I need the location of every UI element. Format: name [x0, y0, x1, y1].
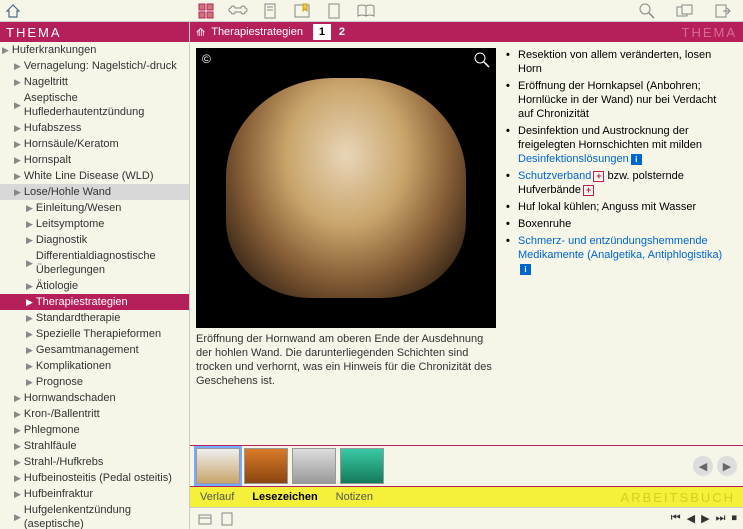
thumbnail-strip: ◀ ▶: [190, 445, 743, 487]
sidebar-item[interactable]: ▶Einleitung/Wesen: [0, 200, 189, 216]
sidebar-heading: THEMA: [0, 22, 189, 42]
bullet-item: Resektion von allem veränderten, losen H…: [506, 48, 733, 76]
sidebar-item[interactable]: ▶Standardtherapie: [0, 310, 189, 326]
sidebar-item[interactable]: ▶Aseptische Huflederhautentzündung: [0, 90, 189, 120]
sidebar-item[interactable]: ▶Lose/Hohle Wand: [0, 184, 189, 200]
slides-icon[interactable]: [196, 510, 214, 528]
sidebar-item[interactable]: ▶Differentialdiagnostische Überlegungen: [0, 248, 189, 278]
bullet-item: Boxenruhe: [506, 217, 733, 231]
sidebar-item[interactable]: ▶Therapiestrategien: [0, 294, 189, 310]
sidebar-item[interactable]: ▶Leitsymptome: [0, 216, 189, 232]
prev-icon[interactable]: ◀: [687, 512, 695, 525]
sidebar-item[interactable]: ▶Hufgelenkentzündung (aseptische): [0, 502, 189, 529]
bullet-item: Schutzverband+ bzw. polsternde Hufverbän…: [506, 169, 733, 197]
sidebar-item[interactable]: ▶Strahl-/Hufkrebs: [0, 454, 189, 470]
next-icon[interactable]: ▶: [701, 512, 709, 525]
content-panel: ⟰ Therapiestrategien 12 THEMA © Eröffnun…: [190, 22, 743, 529]
workbook-label: ARBEITSBUCH: [621, 490, 735, 505]
plus-icon[interactable]: +: [583, 185, 594, 196]
plus-icon[interactable]: +: [593, 171, 604, 182]
text-column: Resektion von allem veränderten, losen H…: [506, 48, 737, 439]
exit-icon[interactable]: [711, 1, 735, 21]
thumbnail[interactable]: [244, 448, 288, 484]
zoom-icon[interactable]: [474, 52, 490, 68]
sidebar: THEMA ▶Huferkrankungen▶Vernagelung: Nage…: [0, 22, 190, 529]
grid-icon[interactable]: [194, 1, 218, 21]
search-icon[interactable]: [635, 1, 659, 21]
page-tabs: 12: [313, 24, 353, 40]
page-icon[interactable]: [322, 1, 346, 21]
bullet-item: Desinfektion und Austrocknung der freige…: [506, 124, 733, 166]
brand-label: THEMA: [682, 25, 738, 40]
thumbnail[interactable]: [340, 448, 384, 484]
stop-icon[interactable]: ⏹: [732, 512, 738, 525]
sidebar-item[interactable]: ▶Hornspalt: [0, 152, 189, 168]
info-icon[interactable]: i: [520, 264, 531, 275]
workbook-tab[interactable]: Verlauf: [200, 491, 234, 503]
bullet-item: Eröffnung der Hornkapsel (Anbohren; Horn…: [506, 79, 733, 121]
text-link[interactable]: Schmerz- und entzündungshemmende Medikam…: [518, 235, 722, 261]
sidebar-item[interactable]: ▶Gesamtmanagement: [0, 342, 189, 358]
sidebar-item[interactable]: ▶White Line Disease (WLD): [0, 168, 189, 184]
info-icon[interactable]: i: [631, 154, 642, 165]
sidebar-item[interactable]: ▶Diagnostik: [0, 232, 189, 248]
player-controls: ⏮ ◀ ▶ ⏭ ⏹: [671, 512, 737, 525]
bullet-item: Huf lokal kühlen; Anguss mit Wasser: [506, 200, 733, 214]
main-image: ©: [196, 48, 496, 328]
workbook-tabs: Verlauf Lesezeichen Notizen ARBEITSBUCH: [190, 487, 743, 507]
sidebar-item[interactable]: ▶Kron-/Ballentritt: [0, 406, 189, 422]
sidebar-list[interactable]: ▶Huferkrankungen▶Vernagelung: Nagelstich…: [0, 42, 189, 529]
book-icon[interactable]: [354, 1, 378, 21]
sidebar-item[interactable]: ▶Nageltritt: [0, 74, 189, 90]
image-caption: Eröffnung der Hornwand am oberen Ende de…: [196, 332, 496, 388]
back-icon[interactable]: ⟰: [196, 26, 205, 39]
document-icon[interactable]: [258, 1, 282, 21]
top-toolbar: [0, 0, 743, 22]
text-link[interactable]: Schutzverband: [518, 170, 591, 182]
next-button[interactable]: ▶: [717, 456, 737, 476]
home-icon[interactable]: [4, 2, 22, 20]
first-icon[interactable]: ⏮: [671, 512, 681, 525]
footer-bar: ⏮ ◀ ▶ ⏭ ⏹: [190, 507, 743, 529]
sidebar-item[interactable]: ▶Hornsäule/Keratom: [0, 136, 189, 152]
windows-icon[interactable]: [673, 1, 697, 21]
sidebar-item[interactable]: ▶Strahlfäule: [0, 438, 189, 454]
sidebar-item[interactable]: ▶Hornwandschaden: [0, 390, 189, 406]
sidebar-item[interactable]: ▶Phlegmone: [0, 422, 189, 438]
sidebar-item[interactable]: ▶Hufabszess: [0, 120, 189, 136]
sidebar-item[interactable]: ▶Ätiologie: [0, 278, 189, 294]
sidebar-item[interactable]: ▶Huferkrankungen: [0, 42, 189, 58]
workbook-tab[interactable]: Lesezeichen: [252, 491, 317, 503]
prev-button[interactable]: ◀: [693, 456, 713, 476]
thumbnail[interactable]: [196, 448, 240, 484]
sidebar-item[interactable]: ▶Prognose: [0, 374, 189, 390]
sidebar-item[interactable]: ▶Spezielle Therapieformen: [0, 326, 189, 342]
notes-icon[interactable]: [218, 510, 236, 528]
sidebar-item[interactable]: ▶Hufbeinosteitis (Pedal osteitis): [0, 470, 189, 486]
workbook-tab[interactable]: Notizen: [336, 491, 373, 503]
bookmark-icon[interactable]: [290, 1, 314, 21]
content-title: Therapiestrategien: [211, 26, 303, 38]
copyright-label: ©: [202, 52, 211, 66]
sidebar-item[interactable]: ▶Vernagelung: Nagelstich/-druck: [0, 58, 189, 74]
page-number[interactable]: 2: [333, 24, 351, 40]
thumbnail[interactable]: [292, 448, 336, 484]
page-number[interactable]: 1: [313, 24, 331, 40]
bullet-item: Schmerz- und entzündungshemmende Medikam…: [506, 234, 733, 276]
sidebar-item[interactable]: ▶Hufbeinfraktur: [0, 486, 189, 502]
last-icon[interactable]: ⏭: [716, 512, 726, 525]
bone-icon[interactable]: [226, 1, 250, 21]
sidebar-item[interactable]: ▶Komplikationen: [0, 358, 189, 374]
content-header: ⟰ Therapiestrategien 12 THEMA: [190, 22, 743, 42]
text-link[interactable]: Desinfektionslösungen: [518, 153, 629, 165]
